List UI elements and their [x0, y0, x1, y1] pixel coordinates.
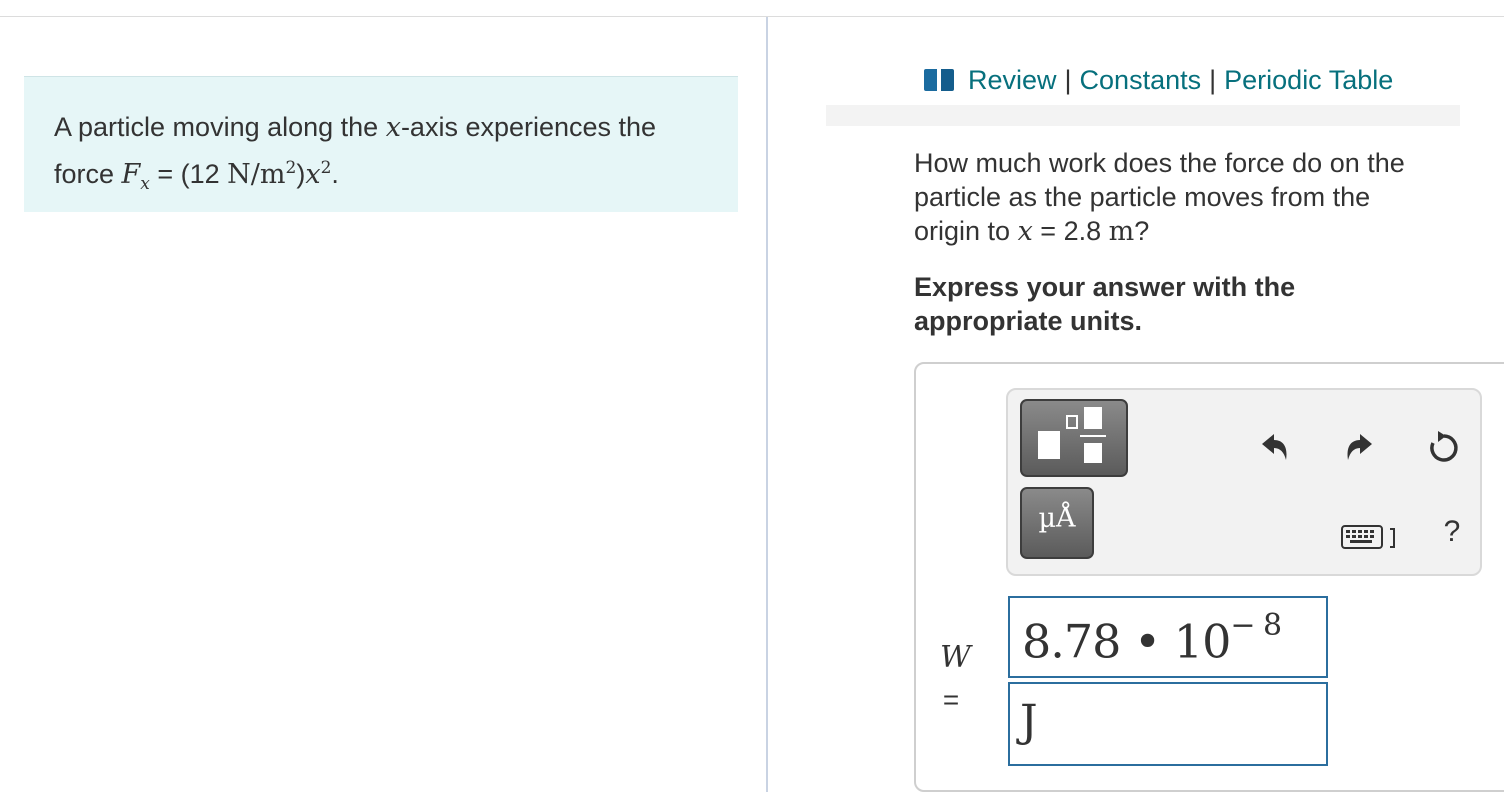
close-paren: ) — [296, 159, 306, 189]
math-variable: x — [1017, 216, 1033, 247]
question-line: How much work does the force do on the — [914, 148, 1405, 178]
constants-link[interactable]: Constants — [1080, 65, 1202, 96]
instruction-line: appropriate units. — [914, 306, 1143, 336]
question-text: How much work does the force do on the p… — [914, 146, 1474, 249]
force-units: N/m — [227, 159, 286, 190]
top-divider — [0, 16, 1504, 17]
problem-text: -axis experiences the — [400, 112, 657, 142]
question-line: particle as the particle moves from the — [914, 182, 1371, 212]
question-line: origin to x = 2.8 m? — [914, 214, 1474, 249]
fraction-template-button[interactable] — [1020, 399, 1128, 477]
answer-equals-sign: = — [942, 684, 960, 715]
review-link[interactable]: Review — [968, 65, 1057, 96]
math-variable: x — [385, 112, 401, 143]
resource-links: Review | Constants | Periodic Table — [924, 62, 1393, 98]
instruction-line: Express your answer with the — [914, 272, 1296, 302]
question-fragment: ? — [1134, 216, 1150, 246]
column-divider — [766, 17, 768, 792]
problem-text: force — [54, 159, 122, 189]
period: . — [331, 159, 339, 189]
answer-value: 8.78 • 10− 8 — [1022, 608, 1282, 669]
answer-instruction: Express your answer with the appropriate… — [914, 270, 1434, 338]
problem-text: A particle moving along the — [54, 112, 386, 142]
unit-symbol: m — [1108, 216, 1135, 247]
answer-mantissa: 8.78 • 10 — [1022, 614, 1231, 669]
equals-sign: = — [149, 159, 181, 189]
reset-icon[interactable] — [1424, 428, 1464, 468]
question-fragment: = 2.8 — [1032, 216, 1109, 246]
problem-statement: A particle moving along the x-axis exper… — [24, 76, 738, 212]
math-variable: x — [305, 159, 321, 190]
answer-value-input[interactable]: 8.78 • 10− 8 — [1008, 596, 1328, 678]
problem-line-1: A particle moving along the x-axis exper… — [54, 107, 708, 148]
keyboard-icon[interactable] — [1340, 520, 1400, 554]
answer-units-input[interactable]: J — [1008, 682, 1328, 766]
redo-icon[interactable] — [1340, 428, 1380, 468]
force-symbol: F — [121, 159, 141, 190]
link-separator: | — [1209, 64, 1217, 95]
x-exponent: 2 — [320, 158, 332, 178]
units-template-icon: µÅ — [1038, 503, 1076, 534]
problem-line-2: force Fx = (12 N/m2)x2. — [54, 148, 708, 204]
answer-units: J — [1020, 696, 1038, 747]
answer-exponent: − 8 — [1230, 608, 1282, 643]
answer-variable-label: W — [940, 640, 971, 675]
help-icon[interactable]: ? — [1432, 512, 1472, 552]
question-fragment: origin to — [914, 216, 1018, 246]
undo-icon[interactable] — [1254, 428, 1294, 468]
periodic-table-link[interactable]: Periodic Table — [1224, 65, 1393, 96]
units-template-button[interactable]: µÅ — [1020, 487, 1094, 559]
force-coefficient: (12 — [180, 159, 228, 189]
part-header-bar — [826, 105, 1460, 126]
force-subscript: x — [140, 174, 150, 195]
link-separator: | — [1064, 64, 1072, 95]
book-icon — [924, 69, 954, 91]
fraction-template-icon — [1022, 401, 1126, 475]
units-exponent: 2 — [285, 158, 297, 178]
